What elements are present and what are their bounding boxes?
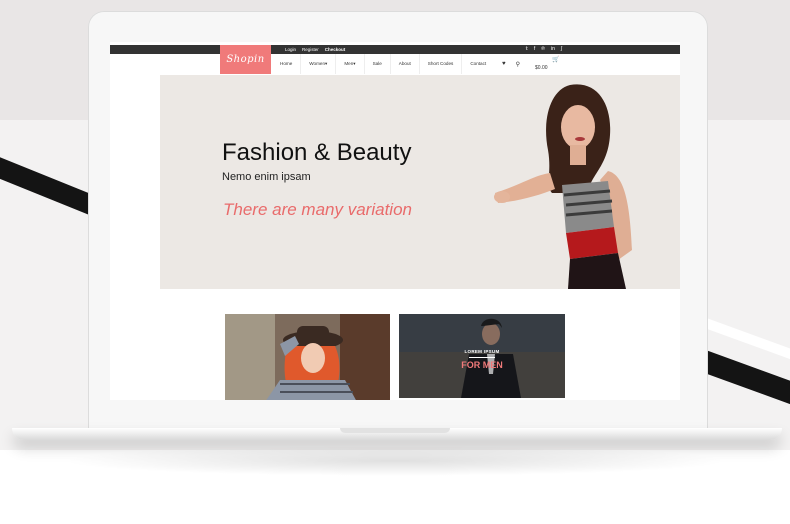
nav-men-label: Men [344,61,354,66]
hero-banner: Fashion & Beauty Nemo enim ipsam There a… [160,75,680,289]
hero-subtitle: Nemo enim ipsam [222,171,311,183]
nav-short-codes[interactable]: Short Codes [418,54,462,74]
linkedin-icon[interactable]: in [551,45,555,54]
women-category-card[interactable] [225,314,390,400]
laptop-screen: Login Register Checkout 𝕥 f ℗ in ʃ Shopi… [110,42,680,400]
login-link[interactable]: Login [285,45,296,54]
laptop-notch [340,428,450,433]
logo-text: Shopin [226,54,265,65]
account-links: Login Register Checkout [285,45,345,54]
twitter-icon[interactable]: 𝕥 [526,45,528,54]
facebook-icon[interactable]: f [534,45,535,54]
women-card-image [225,314,390,400]
social-links: 𝕥 f ℗ in ʃ [526,45,562,54]
nav-women-label: Women [309,61,326,66]
men-card-image [399,314,565,398]
cart-icon: 🛒 [552,57,560,63]
nav-sale[interactable]: Sale [363,54,390,74]
checkout-link[interactable]: Checkout [325,45,346,54]
main-nav: Home Women▾ Men▾ Sale About Short Codes … [272,54,494,74]
nav-icons: ♥ ⚲ [502,54,520,74]
nav-contact[interactable]: Contact [461,54,494,74]
hero-title: Fashion & Beauty [222,139,412,166]
pinterest-icon[interactable]: ℗ [541,45,545,54]
heart-icon[interactable]: ♥ [502,61,506,67]
men-card-eyebrow: LOREM IPSUM [464,349,500,354]
top-bar: Login Register Checkout 𝕥 f ℗ in ʃ [110,45,680,54]
men-card-divider [469,357,495,358]
men-card-title: FOR MEN [461,360,503,370]
men-category-card[interactable]: LOREM IPSUM FOR MEN [399,314,565,398]
laptop-shadow [60,446,730,476]
model-image [494,84,632,289]
site-logo[interactable]: Shopin [220,45,271,74]
hero-tagline: There are many variation [223,200,412,219]
nav-home[interactable]: Home [272,54,300,74]
nav-about[interactable]: About [389,54,419,74]
nav-women[interactable]: Women▾ [300,54,335,74]
cart-amount: $0.00 [535,65,548,71]
register-link[interactable]: Register [302,45,319,54]
search-icon[interactable]: ⚲ [516,61,520,68]
rss-icon[interactable]: ʃ [561,45,562,54]
nav-men[interactable]: Men▾ [335,54,363,74]
chevron-down-icon: ▾ [325,61,328,66]
chevron-down-icon: ▾ [353,61,356,66]
